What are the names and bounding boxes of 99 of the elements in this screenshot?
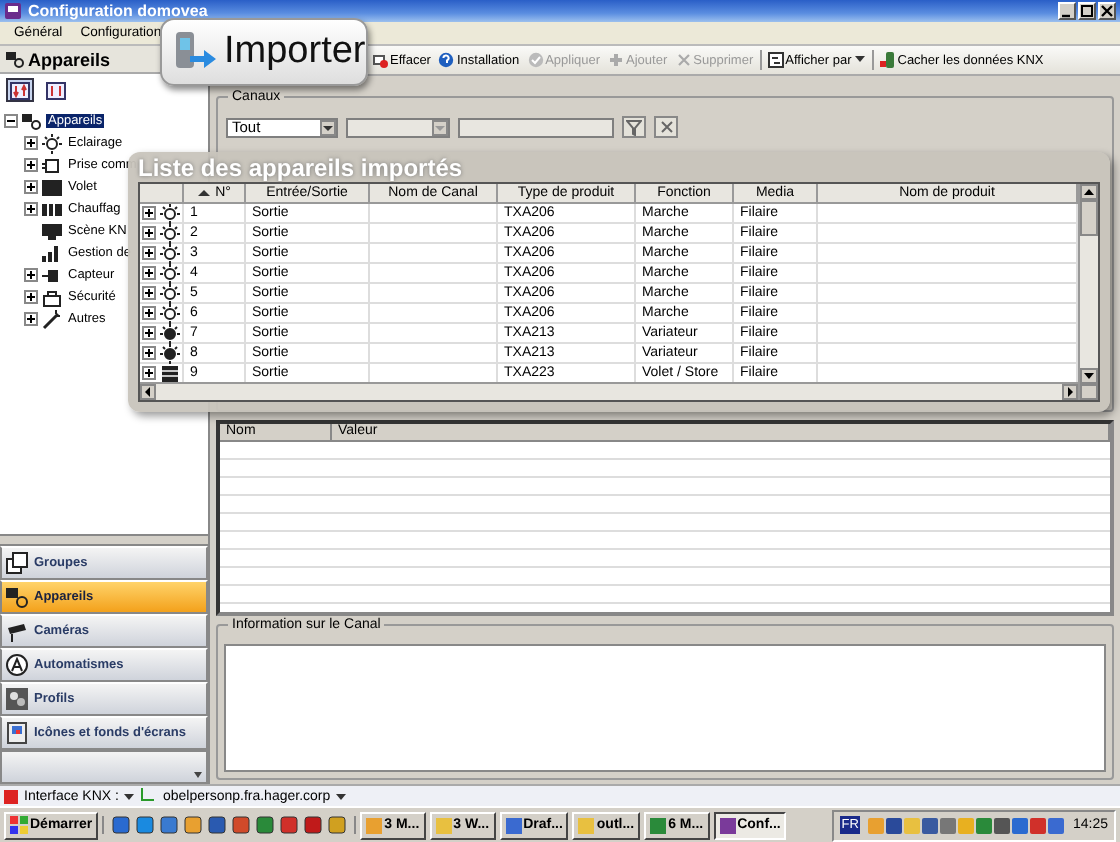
table-cell	[370, 324, 498, 344]
device-icon	[6, 50, 24, 68]
bar-chart-icon	[42, 243, 62, 263]
window-icon	[578, 817, 595, 833]
square-icon	[4, 789, 18, 803]
close-icon	[659, 120, 673, 134]
x-icon	[675, 52, 692, 68]
shutter-icon	[42, 177, 62, 197]
plus-box-icon[interactable]	[24, 312, 38, 326]
sort-arrow-icon	[197, 190, 210, 196]
connection-icon	[140, 788, 157, 804]
window-icon	[719, 817, 736, 833]
people-icon	[6, 688, 28, 710]
plus-box-icon[interactable]	[24, 136, 38, 150]
wand-icon	[42, 309, 62, 329]
picture-icon	[6, 722, 28, 744]
app-icon	[4, 2, 22, 20]
plus-box-icon[interactable]	[142, 266, 156, 280]
maximize-icon	[1080, 4, 1094, 18]
plus-box-icon[interactable]	[142, 246, 156, 260]
table-cell	[370, 244, 498, 264]
lightbulb-icon	[160, 323, 180, 343]
lightbulb-icon	[160, 223, 180, 243]
callout-title: Importer	[224, 30, 366, 74]
lightbulb-icon	[160, 343, 180, 363]
sensor-icon	[42, 265, 62, 285]
scroll-left-button[interactable]	[140, 384, 156, 400]
clear-filter-button[interactable]	[654, 116, 678, 138]
scroll-up-button[interactable]	[1080, 184, 1098, 200]
padlock-icon	[42, 287, 62, 307]
close-button[interactable]	[1098, 2, 1116, 20]
plus-box-icon[interactable]	[142, 326, 156, 340]
plus-box-icon[interactable]	[142, 286, 156, 300]
maximize-button[interactable]	[1078, 2, 1096, 20]
window-icon	[505, 817, 522, 833]
sort-alpha-button[interactable]	[42, 78, 70, 102]
overlapping-squares-icon	[6, 552, 28, 574]
help-circle-icon	[438, 52, 455, 68]
sort-order-button[interactable]	[6, 78, 34, 102]
lightbulb-icon	[160, 243, 180, 263]
lightbulb-icon	[160, 283, 180, 303]
plus-icon	[608, 52, 625, 68]
plus-box-icon[interactable]	[24, 202, 38, 216]
camera-icon	[6, 620, 28, 642]
close-icon	[1100, 4, 1114, 18]
sort-order-icon	[10, 81, 30, 99]
scroll-right-button[interactable]	[1062, 384, 1078, 400]
plus-box-icon[interactable]	[24, 180, 38, 194]
window-icon	[650, 817, 667, 833]
scroll-thumb[interactable]	[1080, 200, 1098, 236]
minimize-button[interactable]	[1058, 2, 1076, 20]
dropdown[interactable]	[346, 117, 450, 137]
table-cell	[370, 204, 498, 224]
caret-icon	[194, 772, 202, 778]
view-icon	[767, 52, 784, 68]
shutter-icon	[160, 363, 180, 382]
screen-icon	[42, 221, 62, 241]
device-icon	[6, 586, 28, 608]
plus-box-icon[interactable]	[142, 226, 156, 240]
table-cell	[370, 264, 498, 284]
caret-icon[interactable]	[124, 793, 135, 799]
panel-title: Liste des appareils importés	[138, 154, 465, 182]
funnel-icon	[626, 119, 642, 135]
plus-box-icon[interactable]	[24, 290, 38, 304]
nav-button[interactable]	[0, 750, 208, 784]
device-icon	[879, 52, 896, 68]
plus-box-icon[interactable]	[24, 268, 38, 282]
device-icon	[22, 112, 42, 130]
input-field[interactable]	[458, 117, 614, 137]
lightbulb-icon	[160, 303, 180, 323]
lightbulb-icon	[160, 263, 180, 283]
plug-icon	[42, 155, 62, 175]
panel-title: Appareils	[28, 49, 111, 69]
plus-box-icon[interactable]	[24, 158, 38, 172]
table-cell	[370, 284, 498, 304]
table-cell	[370, 224, 498, 244]
vertical-scrollbar[interactable]	[1078, 184, 1098, 400]
dropdown-arrow-button[interactable]	[320, 119, 336, 135]
minus-box-icon[interactable]	[4, 114, 18, 128]
sort-alpha-icon	[46, 81, 66, 99]
filter-button[interactable]	[622, 116, 646, 138]
radiator-icon	[42, 199, 62, 219]
lightbulb-icon	[42, 133, 62, 153]
caret-icon[interactable]	[336, 793, 347, 799]
plus-box-icon[interactable]	[142, 206, 156, 220]
plus-box-icon[interactable]	[142, 306, 156, 320]
table-cell	[370, 304, 498, 324]
window-icon	[366, 817, 383, 833]
plus-box-icon[interactable]	[142, 366, 156, 380]
horizontal-scrollbar[interactable]	[140, 382, 1078, 400]
plus-box-icon[interactable]	[142, 346, 156, 360]
windows-logo-icon	[10, 816, 28, 834]
check-circle-icon	[527, 52, 544, 68]
window-icon	[435, 817, 452, 833]
lightbulb-icon	[160, 203, 180, 223]
caret-icon	[853, 56, 866, 64]
letter-circle-icon	[6, 654, 28, 676]
window-title: Configuration domovea	[28, 2, 210, 20]
eraser-icon	[372, 52, 388, 68]
